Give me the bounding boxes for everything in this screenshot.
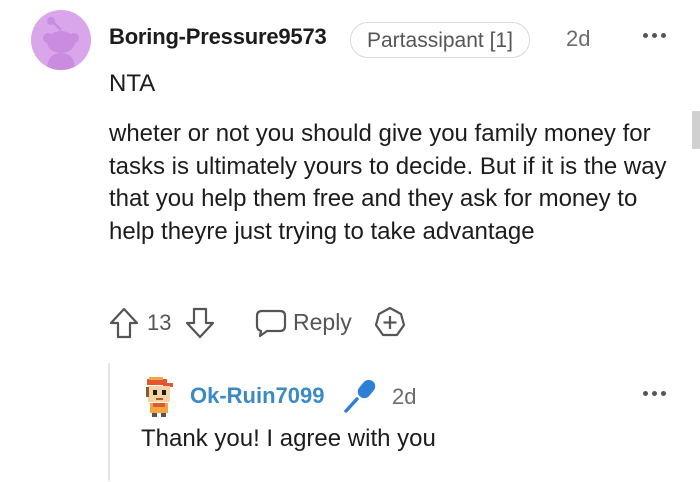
dot bbox=[652, 33, 657, 38]
dot bbox=[661, 391, 666, 396]
avatar[interactable] bbox=[31, 10, 91, 70]
reply-icon bbox=[255, 309, 287, 338]
comment-verdict: NTA bbox=[109, 70, 156, 97]
more-options-icon[interactable] bbox=[636, 25, 672, 47]
award-icon[interactable] bbox=[373, 305, 407, 339]
reply-avatar[interactable] bbox=[141, 377, 177, 417]
comment-timestamp: 2d bbox=[566, 26, 591, 51]
downvote-icon[interactable] bbox=[184, 306, 216, 340]
dot bbox=[643, 391, 648, 396]
reply-body: Thank you! I agree with you bbox=[141, 425, 436, 452]
dot bbox=[661, 33, 666, 38]
comment-author[interactable]: Boring-Pressure9573 bbox=[109, 24, 327, 50]
upvote-icon[interactable] bbox=[108, 306, 140, 340]
dot bbox=[652, 391, 657, 396]
more-options-icon[interactable] bbox=[636, 383, 672, 405]
dot bbox=[643, 33, 648, 38]
pixel-avatar-icon bbox=[146, 377, 173, 417]
thread-line[interactable] bbox=[108, 363, 110, 481]
microphone-icon bbox=[342, 376, 380, 414]
reply-timestamp: 2d bbox=[392, 384, 417, 409]
vote-score: 13 bbox=[147, 310, 172, 335]
comment-body: wheter or not you should give you family… bbox=[109, 120, 667, 245]
snoo-avatar-icon bbox=[43, 17, 79, 70]
reply-author[interactable]: Ok-Ruin7099 bbox=[190, 383, 325, 409]
scrollbar-thumb[interactable] bbox=[692, 111, 700, 149]
reply-label: Reply bbox=[293, 309, 352, 335]
user-flair: Partassipant [1] bbox=[350, 22, 530, 58]
